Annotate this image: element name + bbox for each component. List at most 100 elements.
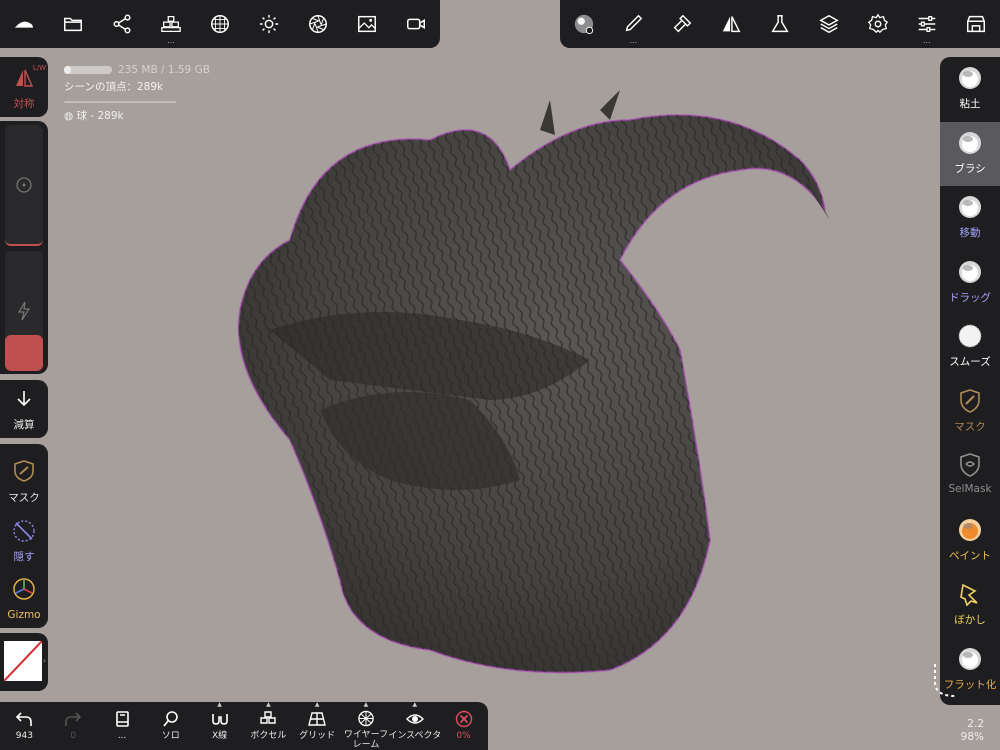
- tool-mask[interactable]: マスク: [940, 380, 1000, 444]
- object-row: ◍ 球 - 289k: [64, 108, 210, 125]
- grid-label: グリッド: [299, 731, 336, 741]
- wireframe-button[interactable]: ▲ ワイヤーフ レーム: [342, 702, 391, 750]
- color-expand-icon: ›: [43, 657, 46, 665]
- info-divider: ----------------------------------------: [64, 96, 177, 108]
- tool-selmask[interactable]: SelMask: [940, 444, 1000, 508]
- symmetry-badge: L/W: [32, 64, 46, 72]
- scene-info: 235 MB / 1.59 GB シーンの頂点：289k -----------…: [64, 62, 210, 125]
- xray-button[interactable]: ▲ X線: [195, 702, 244, 750]
- hammer-button[interactable]: [658, 0, 707, 48]
- share-button[interactable]: [98, 0, 147, 48]
- tool-brush-label: ブラシ: [954, 162, 986, 175]
- search-icon: [163, 711, 178, 727]
- tool-clay[interactable]: 粘土: [940, 57, 1000, 121]
- intensity-fill: [5, 335, 43, 371]
- lightning-icon: [17, 301, 31, 321]
- grid-icon: [308, 712, 327, 726]
- tool-brush[interactable]: ブラシ: [940, 121, 1000, 186]
- memory-row: 235 MB / 1.59 GB: [64, 62, 210, 79]
- light-button[interactable]: [244, 0, 293, 48]
- mask-label: マスク: [8, 492, 40, 504]
- layers-icon: [819, 14, 839, 34]
- shop-icon: [966, 15, 985, 33]
- inspector-label: インスペクタ: [388, 731, 442, 741]
- mask-shield-icon: [14, 460, 34, 482]
- tool-smooth-label: スムーズ: [949, 356, 991, 368]
- stack-more: ...: [167, 36, 175, 45]
- hat-button[interactable]: [0, 0, 49, 48]
- symmetry-view-button[interactable]: [707, 0, 756, 48]
- sphere-grid-button[interactable]: [196, 0, 245, 48]
- vertex-count: シーンの頂点：289k: [64, 81, 164, 93]
- paint-icon: [959, 518, 981, 541]
- wireframe-label-line2: レーム: [352, 740, 380, 750]
- inspector-button[interactable]: ▲ インスペクタ: [388, 702, 442, 750]
- top-right-toolbar: ... ...: [560, 0, 1000, 48]
- solo-label: ソロ: [161, 731, 180, 741]
- tool-blur-label: ぼかし: [954, 614, 986, 626]
- hat-icon: [15, 21, 34, 28]
- sun-icon: [259, 14, 279, 34]
- xray-label: X線: [212, 731, 228, 741]
- redo-button[interactable]: 0: [49, 702, 98, 750]
- gizmo-button[interactable]: Gizmo: [0, 568, 48, 628]
- subtract-button[interactable]: 減算: [0, 380, 48, 438]
- clay-icon: [959, 67, 981, 89]
- tool-move[interactable]: 移動: [940, 186, 1000, 250]
- shop-button[interactable]: [951, 0, 1000, 48]
- stack-button[interactable]: ...: [147, 0, 196, 48]
- radius-slider[interactable]: [5, 125, 43, 246]
- menu-more: ...: [117, 731, 127, 741]
- solo-button[interactable]: ソロ: [146, 702, 195, 750]
- camera-button[interactable]: [293, 0, 342, 48]
- hammer-icon: [673, 14, 692, 33]
- symmetry-button[interactable]: L/W 対称: [0, 57, 48, 117]
- mask-hide-gizmo-group: マスク 隠す Gizmo: [0, 444, 48, 628]
- brush-pen-icon: [625, 14, 643, 32]
- settings-button[interactable]: [853, 0, 902, 48]
- sliders-icon: [918, 16, 935, 32]
- mask-button[interactable]: マスク: [0, 444, 48, 504]
- undo-button[interactable]: 943: [0, 702, 49, 750]
- tool-drag-label: ドラッグ: [949, 291, 991, 304]
- menu-button[interactable]: ...: [98, 702, 147, 750]
- flask-button[interactable]: [756, 0, 805, 48]
- grid-up-icon: ▲: [314, 701, 320, 708]
- symmetry-icon: [722, 16, 741, 33]
- grid-button[interactable]: ▲ グリッド: [293, 702, 342, 750]
- sliders-button[interactable]: ...: [902, 0, 951, 48]
- eye-icon: [405, 714, 424, 724]
- tool-paint[interactable]: ペイント: [940, 509, 1000, 573]
- tool-drag[interactable]: ドラッグ: [940, 251, 1000, 315]
- tool-blur[interactable]: ぼかし: [940, 573, 1000, 637]
- sculpt-mesh: [237, 90, 830, 674]
- video-button[interactable]: [391, 0, 440, 48]
- voxel-button[interactable]: ▲ ボクセル: [244, 702, 293, 750]
- tool-smooth[interactable]: スムーズ: [940, 315, 1000, 379]
- material-ball-icon: [575, 14, 594, 35]
- brush-sliders: [0, 121, 48, 374]
- gizmo-label: Gizmo: [7, 609, 41, 621]
- image-button[interactable]: [342, 0, 391, 48]
- radius-icon: [16, 177, 32, 193]
- stack-icon: [161, 16, 181, 32]
- aperture-icon: [308, 15, 327, 33]
- hide-button[interactable]: 隠す: [0, 506, 48, 566]
- share-nodes-icon: [113, 14, 131, 34]
- folder-button[interactable]: [49, 0, 98, 48]
- lasso-indicator-icon: [934, 664, 956, 697]
- move-icon: [959, 196, 981, 218]
- color-swatch-panel[interactable]: ›: [0, 633, 48, 691]
- tool-palette: 粘土 ブラシ 移動 ドラッグ スムーズ マスク SelMask ペイント ぼかし フラット化: [940, 57, 1000, 705]
- color-swatch: [4, 641, 42, 681]
- layers-button[interactable]: [804, 0, 853, 48]
- book-icon: [116, 711, 129, 727]
- hide-label: 隠す: [13, 551, 35, 563]
- gear-icon: [867, 13, 888, 34]
- brush-settings-button[interactable]: ...: [609, 0, 658, 48]
- sculpt-viewport[interactable]: [210, 80, 850, 690]
- clear-button[interactable]: 0%: [439, 702, 488, 750]
- tool-mask-label: マスク: [954, 420, 986, 433]
- intensity-slider[interactable]: [5, 251, 43, 371]
- material-button[interactable]: [560, 0, 609, 48]
